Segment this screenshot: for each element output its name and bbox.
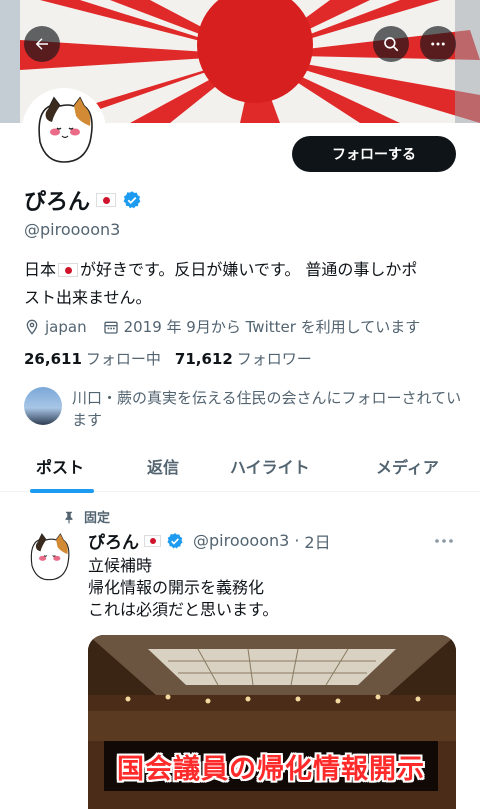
profile-handle: @piroooon3 xyxy=(24,220,121,239)
following-label[interactable]: フォロー中 xyxy=(86,348,161,369)
more-horizontal-icon xyxy=(431,42,445,46)
followers-count[interactable]: 71,612 xyxy=(175,350,233,368)
tab-media[interactable]: メディア xyxy=(376,454,439,478)
profile-meta: japan 2019 年 9月から Twitter を利用しています xyxy=(24,316,436,337)
profile-avatar[interactable] xyxy=(22,88,106,172)
calendar-icon xyxy=(103,321,118,334)
active-tab-indicator xyxy=(30,489,94,493)
post-line-3: これは必須だと思います。 xyxy=(88,600,279,619)
japan-flag-icon xyxy=(144,534,161,547)
join-date: 2019 年 9月から Twitter を利用しています xyxy=(103,316,421,337)
followed-by-text: 川口・蕨の真実を伝える住民の会さんにフォローされています xyxy=(72,389,462,429)
post-body: 立候補時 帰化情報の開示を義務化 これは必須だと思います。 xyxy=(88,555,278,621)
pinned-label: 固定 xyxy=(84,511,111,526)
profile-name-row: ぴろん xyxy=(24,184,142,216)
follow-button[interactable]: フォローする xyxy=(292,136,456,172)
post-media-image[interactable]: 国会議員の帰化情報開示 xyxy=(88,635,456,809)
location-text: japan xyxy=(45,317,87,336)
tab-highlights[interactable]: ハイライト xyxy=(230,454,310,478)
bio-text-3: スト出来ません。 xyxy=(24,288,152,307)
follower-avatar xyxy=(24,387,62,425)
more-button[interactable] xyxy=(420,26,456,62)
post-dot: · xyxy=(294,531,300,550)
pin-icon xyxy=(65,511,73,523)
profile-name: ぴろん xyxy=(24,190,91,215)
profile-tabs: ポスト 返信 ハイライト メディア xyxy=(0,448,480,493)
post-author-avatar[interactable] xyxy=(22,530,76,584)
arrow-left-icon xyxy=(35,38,48,50)
tab-posts[interactable]: ポスト xyxy=(36,454,84,478)
bio-text-1: 日本 xyxy=(24,260,57,279)
followed-by[interactable]: 川口・蕨の真実を伝える住民の会さんにフォローされています xyxy=(24,387,472,431)
post-author-name[interactable]: ぴろん xyxy=(88,528,139,553)
post-line-1: 立候補時 xyxy=(88,556,153,575)
back-button[interactable] xyxy=(24,26,60,62)
post-author-handle[interactable]: @piroooon3 xyxy=(193,531,289,550)
media-caption-box: 国会議員の帰化情報開示 xyxy=(104,741,438,791)
cat-avatar-image xyxy=(26,92,102,168)
post-header: ぴろん @piroooon3 · 2日 xyxy=(88,528,331,553)
location-pin-icon xyxy=(26,319,38,335)
following-count[interactable]: 26,611 xyxy=(24,350,82,368)
followers-label[interactable]: フォロワー xyxy=(237,348,312,369)
join-date-text: 2019 年 9月から Twitter を利用しています xyxy=(123,318,421,336)
tab-replies[interactable]: 返信 xyxy=(147,454,179,478)
post-time[interactable]: 2日 xyxy=(304,529,330,553)
location: japan xyxy=(24,318,87,336)
verified-badge-icon xyxy=(167,532,183,548)
post-more-button[interactable] xyxy=(434,530,454,551)
japan-flag-icon xyxy=(58,263,79,277)
search-icon xyxy=(384,37,399,52)
pinned-indicator: 固定 xyxy=(62,507,110,526)
follow-counts: 26,611 フォロー中 71,612 フォロワー xyxy=(24,348,326,369)
bio-text-2: が好きです。反日が嫌いです。 普通の事しかポ xyxy=(80,260,418,279)
post-line-2: 帰化情報の開示を義務化 xyxy=(88,578,265,597)
cat-avatar-image xyxy=(22,530,76,584)
profile-bio: 日本 が好きです。反日が嫌いです。 普通の事しかポ スト出来ません。 xyxy=(24,256,464,312)
more-horizontal-icon xyxy=(435,539,453,543)
media-caption: 国会議員の帰化情報開示 xyxy=(117,753,425,785)
verified-badge-icon xyxy=(123,191,141,209)
japan-flag-icon xyxy=(96,193,117,207)
search-button[interactable] xyxy=(373,26,409,62)
